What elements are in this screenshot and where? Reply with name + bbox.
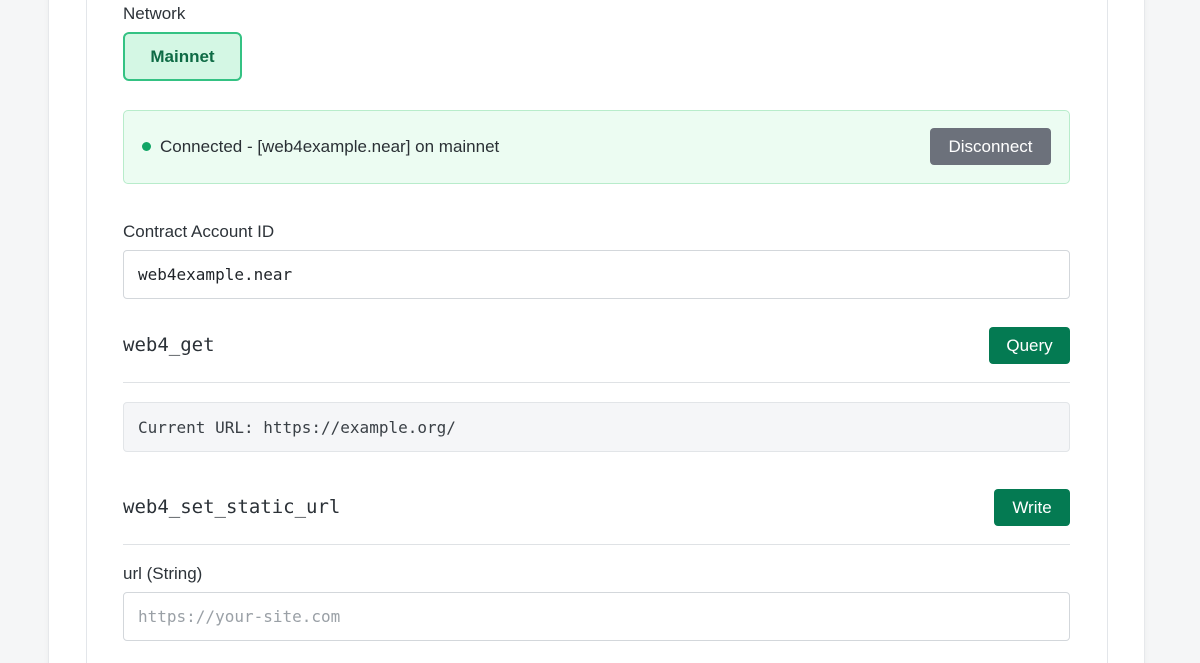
contract-account-id-input[interactable] — [123, 250, 1070, 299]
network-option-mainnet[interactable]: Mainnet — [123, 32, 242, 81]
write-button[interactable]: Write — [994, 489, 1070, 526]
disconnect-button[interactable]: Disconnect — [930, 128, 1051, 165]
method-name-web4-set-static-url: web4_set_static_url — [123, 496, 341, 518]
query-button[interactable]: Query — [989, 327, 1070, 364]
divider — [123, 544, 1070, 545]
connection-status-text: Connected - [web4example.near] on mainne… — [160, 137, 500, 156]
divider — [123, 382, 1070, 383]
contract-account-id-label: Contract Account ID — [123, 222, 275, 241]
content-card — [86, 0, 1108, 663]
status-dot-icon — [142, 142, 151, 151]
network-label: Network — [123, 4, 186, 23]
method-name-web4-get: web4_get — [123, 334, 215, 356]
query-result: Current URL: https://example.org/ — [123, 402, 1070, 452]
url-input[interactable] — [123, 592, 1070, 641]
url-param-label: url (String) — [123, 564, 203, 583]
